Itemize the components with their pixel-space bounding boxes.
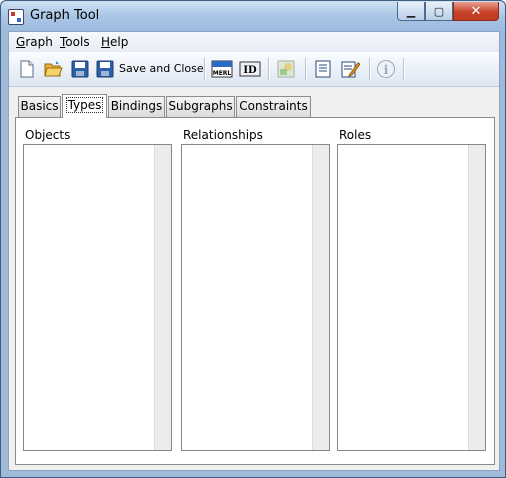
close-button[interactable]: ✕: [453, 2, 499, 21]
tab-subgraphs[interactable]: Subgraphs: [166, 96, 235, 117]
menu-tools-label: ools: [65, 35, 90, 49]
objects-label: Objects: [25, 128, 71, 142]
title-bar[interactable]: Graph Tool ▁ ▢ ✕: [1, 1, 505, 31]
tab-bindings-label: Bindings: [110, 99, 163, 113]
graph-tool-window: Graph Tool ▁ ▢ ✕ Graph Tools Help Save a…: [0, 0, 506, 478]
types-panel: Objects Relationships Roles: [15, 117, 495, 465]
relationships-scrollbar[interactable]: [312, 145, 329, 450]
save-and-close-icon[interactable]: [95, 59, 115, 79]
menu-bar: Graph Tools Help: [9, 32, 499, 52]
objects-scrollbar[interactable]: [154, 145, 171, 450]
toolbar-separator: [305, 58, 307, 80]
relationships-label: Relationships: [183, 128, 263, 142]
merl-icon-label: MERL: [213, 70, 232, 77]
menu-tools[interactable]: Tools: [60, 35, 90, 49]
toolbar-separator: [403, 58, 405, 80]
info-icon[interactable]: i: [376, 59, 396, 79]
minimize-button[interactable]: ▁: [397, 2, 425, 21]
tab-subgraphs-label: Subgraphs: [168, 99, 233, 113]
tab-constraints[interactable]: Constraints: [236, 96, 311, 117]
merl-icon[interactable]: MERL: [211, 59, 233, 79]
info-icon-label: i: [384, 63, 389, 77]
toolbar-separator: [369, 58, 371, 80]
maximize-icon: ▢: [433, 4, 445, 18]
caption-buttons: ▁ ▢ ✕: [397, 2, 499, 21]
menu-help-label: elp: [110, 35, 129, 49]
properties-icon[interactable]: [313, 59, 333, 79]
new-document-icon[interactable]: [17, 59, 37, 79]
toolbar-separator: [268, 58, 270, 80]
tab-bindings[interactable]: Bindings: [108, 96, 165, 117]
maximize-button[interactable]: ▢: [425, 2, 453, 21]
tab-basics[interactable]: Basics: [18, 96, 61, 117]
minimize-icon: ▁: [406, 4, 416, 18]
toolbar-separator: [204, 58, 206, 80]
id-icon[interactable]: ID: [239, 59, 261, 79]
close-icon: ✕: [470, 3, 482, 19]
tab-constraints-label: Constraints: [239, 99, 308, 113]
relationships-list[interactable]: [181, 144, 330, 451]
objects-list[interactable]: [23, 144, 172, 451]
window-title: Graph Tool: [30, 8, 100, 23]
menu-graph-label: raph: [25, 35, 53, 49]
tab-types-label: Types: [65, 97, 104, 113]
menu-help-mnemonic: H: [101, 35, 111, 49]
save-and-close-button[interactable]: Save and Close: [119, 62, 204, 75]
roles-label: Roles: [339, 128, 372, 142]
id-icon-label: ID: [243, 65, 257, 76]
menu-graph[interactable]: Graph: [16, 35, 53, 49]
graph-icon[interactable]: [276, 59, 296, 79]
open-folder-icon[interactable]: [43, 59, 63, 79]
edit-icon[interactable]: [340, 59, 360, 79]
roles-scrollbar[interactable]: [468, 145, 485, 450]
roles-list[interactable]: [337, 144, 486, 451]
toolbar: Save and Close MERL ID i: [9, 52, 499, 87]
menu-graph-mnemonic: G: [16, 35, 26, 49]
save-icon[interactable]: [70, 59, 90, 79]
tab-basics-label: Basics: [20, 99, 59, 113]
client-area: Graph Tools Help Save and Close MERL ID …: [8, 31, 500, 471]
app-icon: [8, 9, 24, 25]
menu-help[interactable]: Help: [101, 35, 128, 49]
tab-types[interactable]: Types: [62, 94, 107, 118]
